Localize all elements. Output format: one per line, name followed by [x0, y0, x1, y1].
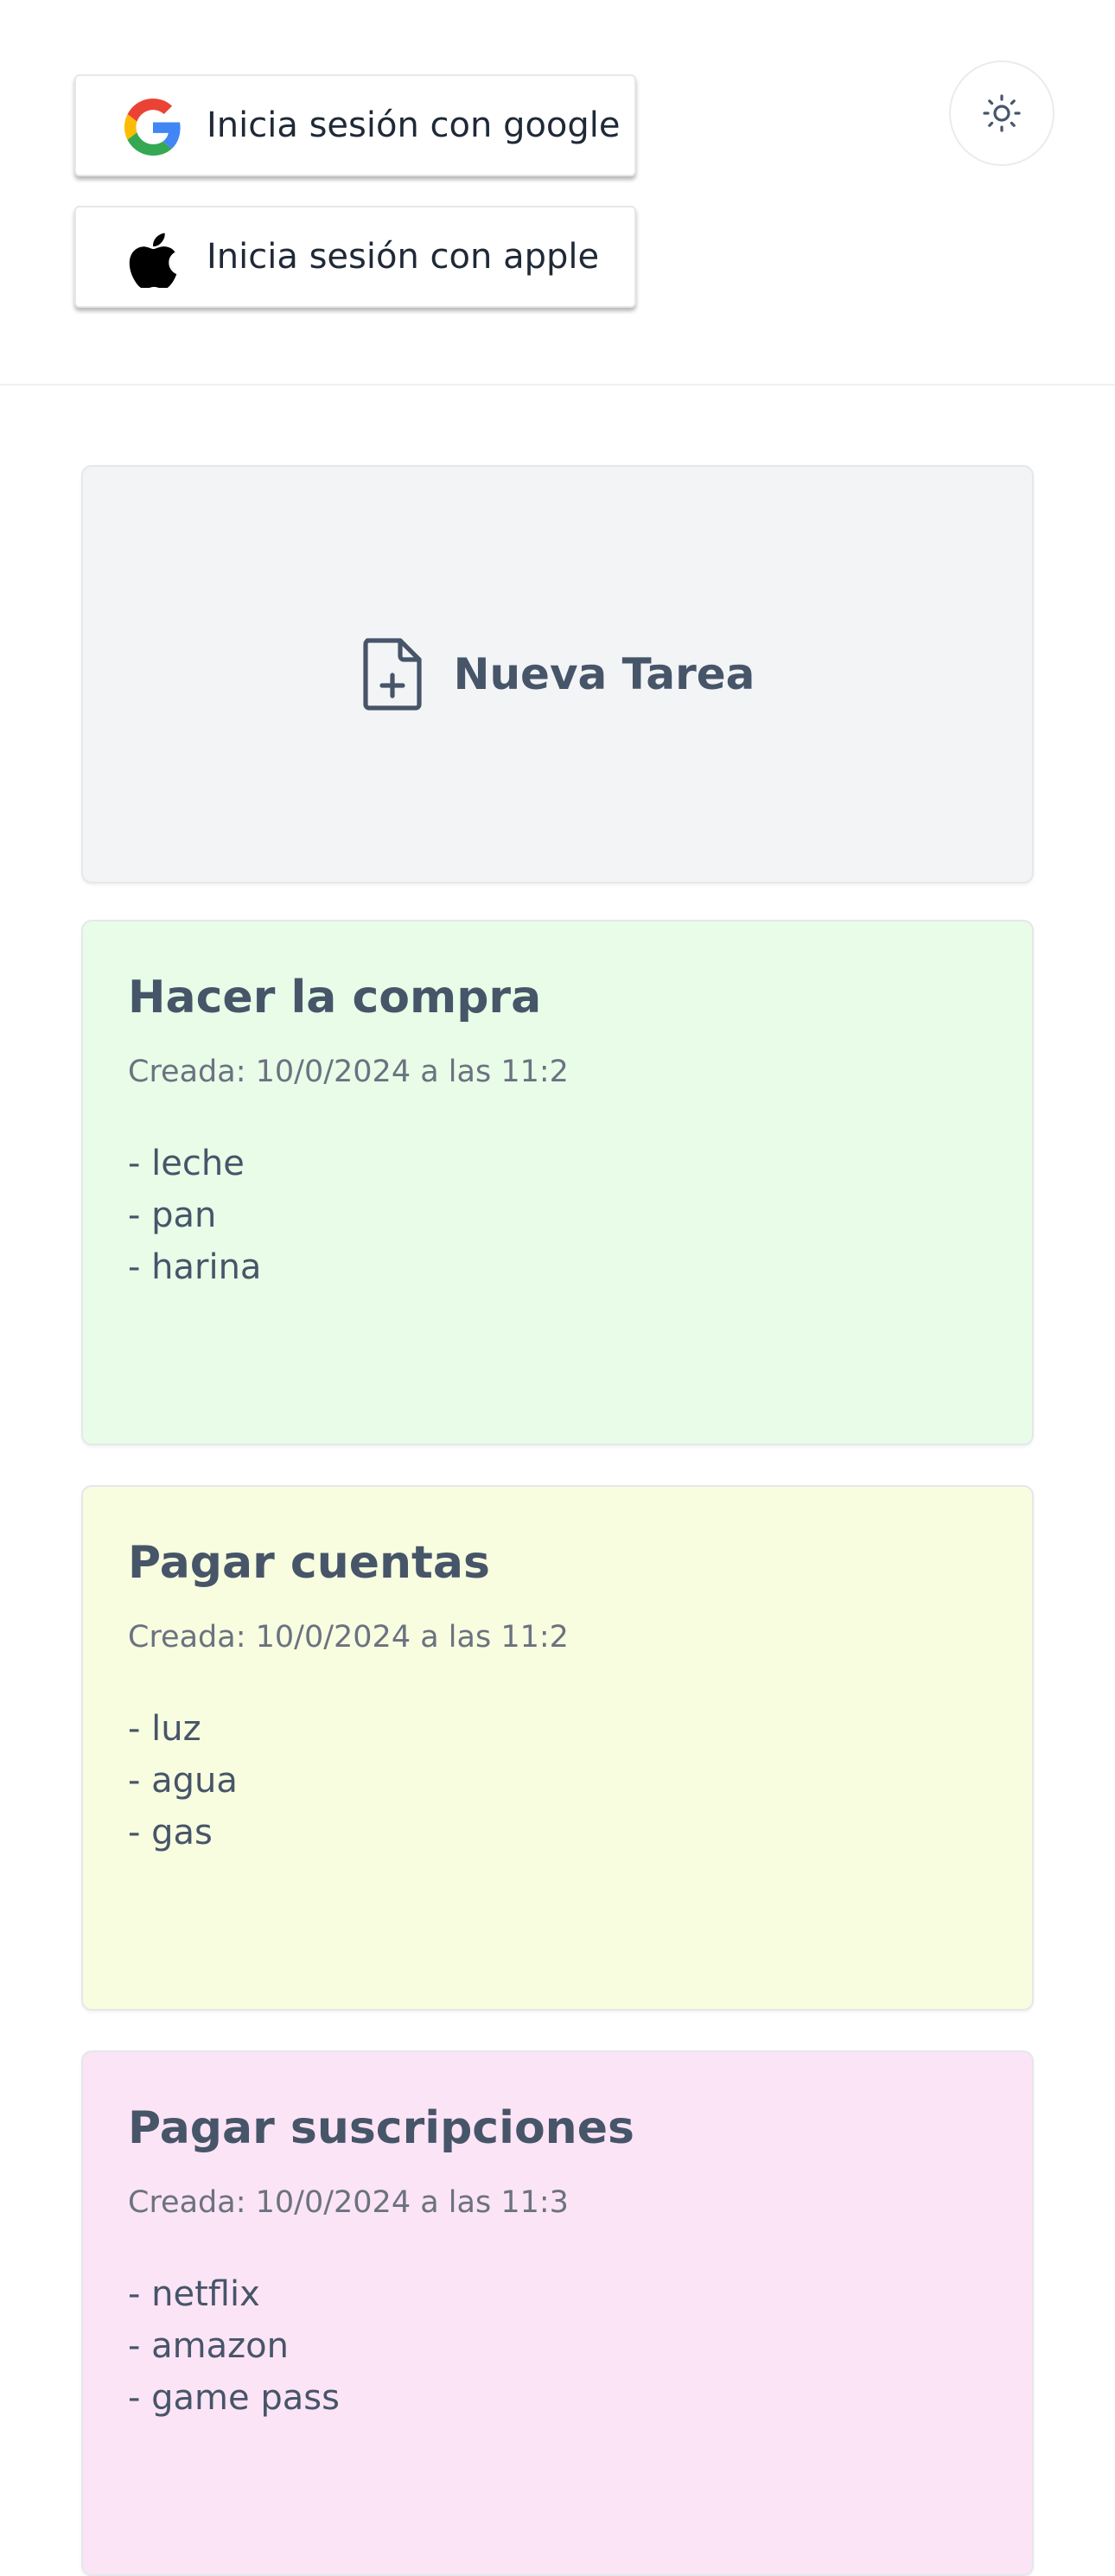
task-item: - amazon: [128, 2326, 289, 2366]
task-created-date: Creada: 10/0/2024 a las 11:2: [128, 1620, 569, 1655]
task-title: Pagar suscripciones: [128, 2102, 634, 2154]
task-card[interactable]: Hacer la compra Creada: 10/0/2024 a las …: [81, 920, 1034, 1445]
task-card[interactable]: Pagar suscripciones Creada: 10/0/2024 a …: [81, 2050, 1034, 2576]
task-created-date: Creada: 10/0/2024 a las 11:2: [128, 1055, 569, 1089]
task-card[interactable]: Pagar cuentas Creada: 10/0/2024 a las 11…: [81, 1485, 1034, 2011]
task-item: - pan: [128, 1196, 217, 1235]
google-icon: [123, 97, 183, 157]
task-title: Hacer la compra: [128, 972, 542, 1023]
google-signin-button[interactable]: Inicia sesión con google: [74, 74, 636, 176]
task-item: - harina: [128, 1247, 262, 1287]
task-item: - luz: [128, 1709, 201, 1749]
file-plus-icon: [360, 637, 424, 711]
task-items: - luz - agua - gas: [128, 1703, 238, 1859]
task-title: Pagar cuentas: [128, 1537, 490, 1589]
task-item: - game pass: [128, 2378, 340, 2418]
task-item: - gas: [128, 1813, 213, 1852]
theme-toggle-button[interactable]: [949, 61, 1054, 166]
task-created-date: Creada: 10/0/2024 a las 11:3: [128, 2185, 569, 2220]
task-items: - leche - pan - harina: [128, 1138, 261, 1293]
apple-signin-button[interactable]: Inicia sesión con apple: [74, 206, 636, 308]
apple-signin-label: Inicia sesión con apple: [207, 237, 600, 277]
new-task-button[interactable]: Nueva Tarea: [81, 465, 1034, 883]
task-item: - agua: [128, 1761, 238, 1801]
sun-icon: [981, 92, 1023, 134]
apple-icon: [123, 228, 183, 289]
google-signin-label: Inicia sesión con google: [207, 105, 621, 145]
new-task-label: Nueva Tarea: [453, 649, 755, 699]
task-items: - netflix - amazon - game pass: [128, 2268, 340, 2424]
task-item: - netflix: [128, 2274, 260, 2314]
task-item: - leche: [128, 1144, 245, 1183]
header: Inicia sesión con google Inicia sesión c…: [0, 0, 1115, 386]
